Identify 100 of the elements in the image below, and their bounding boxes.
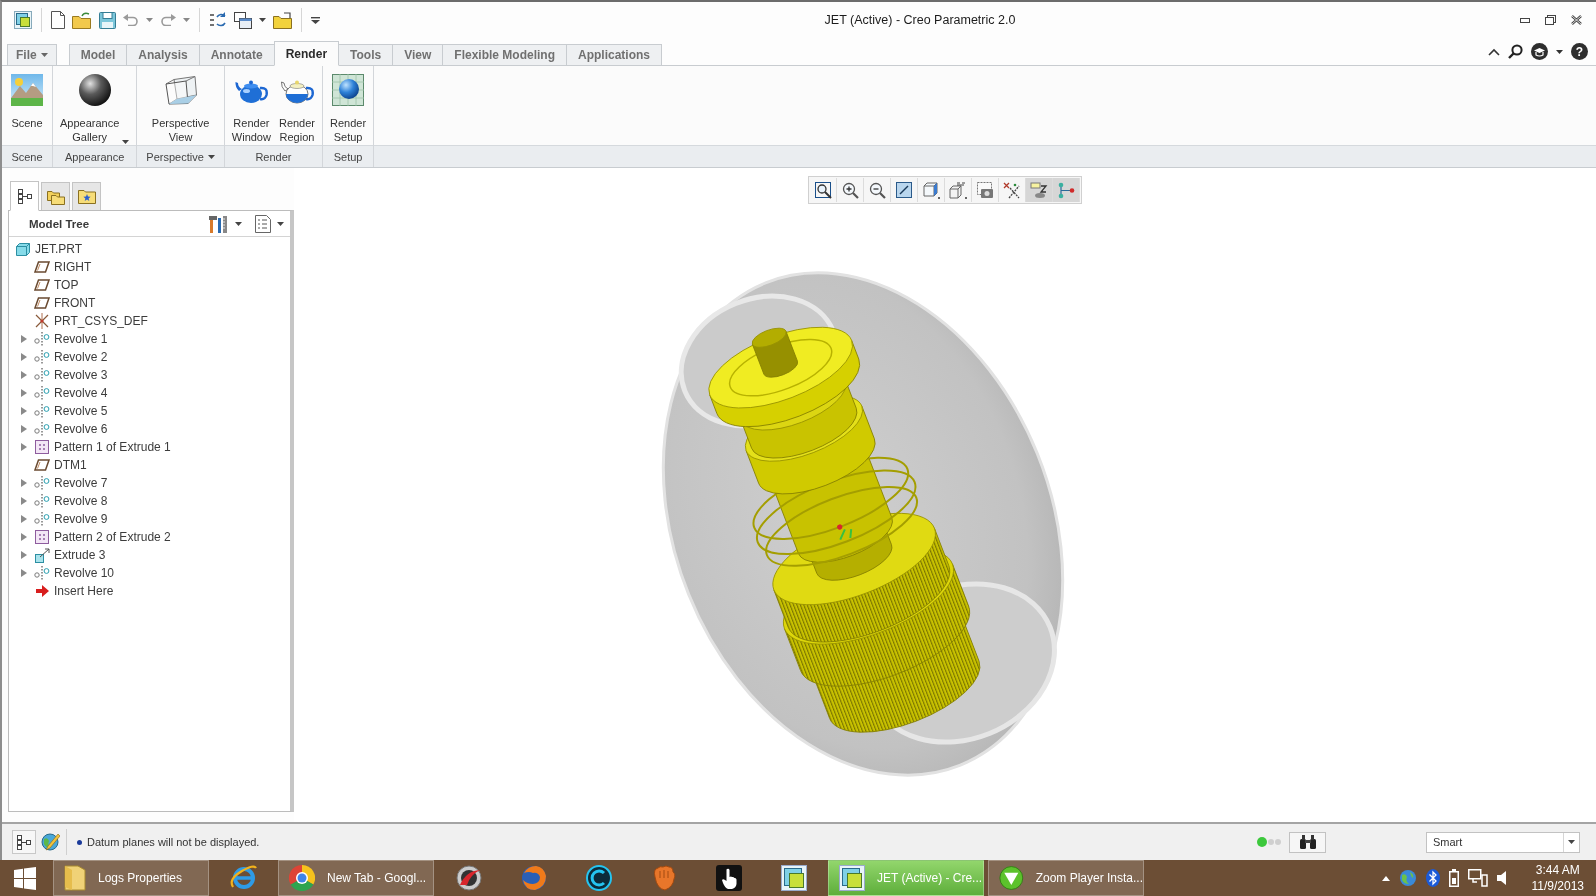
tree-item[interactable]: Revolve 6 [54, 422, 108, 436]
expander-icon[interactable] [21, 389, 27, 397]
folders-icon [46, 188, 65, 205]
expander-icon[interactable] [21, 515, 27, 523]
battery-icon[interactable] [1448, 869, 1459, 887]
taskbar-button[interactable]: Logs Properties [53, 860, 209, 896]
expander-icon[interactable] [21, 533, 27, 541]
ribbon-tab[interactable]: View [392, 44, 444, 65]
expander-icon[interactable] [21, 569, 27, 577]
restore-icon[interactable] [1545, 15, 1556, 25]
group-menu-button[interactable]: Perspective [142, 146, 219, 167]
tree-icon [17, 834, 31, 850]
ribbon-tab[interactable]: Render [273, 41, 340, 66]
ribbon-button[interactable]: Scene [7, 72, 47, 146]
tree-item[interactable]: Revolve 4 [54, 386, 108, 400]
globe-pencil-icon[interactable] [40, 832, 60, 852]
landscape-icon [11, 74, 43, 106]
search-icon[interactable] [1508, 44, 1523, 59]
rings-axis-icon [34, 332, 50, 346]
ribbon-button[interactable]: Perspective View [149, 72, 212, 146]
ribbon-tab[interactable]: Tools [338, 44, 394, 65]
ribbon-button[interactable]: Render Setup [328, 72, 369, 146]
monitor-icon[interactable] [1467, 869, 1488, 887]
chevron-up-icon[interactable] [1488, 47, 1500, 56]
globe-icon[interactable] [1398, 869, 1417, 887]
expander-icon[interactable] [21, 407, 27, 415]
ribbon-tab[interactable]: Annotate [198, 44, 275, 65]
tree-item[interactable]: Pattern 2 of Extrude 2 [54, 530, 171, 544]
speaker-icon[interactable] [1496, 871, 1507, 885]
taskbar-button[interactable]: New Tab - Googl... [278, 860, 434, 896]
expander-icon[interactable] [21, 551, 27, 559]
tree-item[interactable]: Revolve 10 [54, 566, 115, 580]
page-icon[interactable] [51, 11, 65, 29]
expander-icon[interactable] [21, 497, 27, 505]
expander-icon[interactable] [21, 371, 27, 379]
parallelogram-icon [34, 297, 50, 309]
tree-toggle-button[interactable] [12, 830, 36, 854]
tree-item[interactable]: PRT_CSYS_DEF [54, 314, 148, 328]
taskbar-button[interactable]: Zoom Player Insta... [988, 860, 1144, 896]
minimize-icon[interactable] [1520, 17, 1530, 23]
curved-arrow-left-icon[interactable] [123, 14, 139, 26]
expander-icon[interactable] [21, 479, 27, 487]
caret-up-icon[interactable] [1381, 875, 1390, 881]
ribbon-tab[interactable]: Model [68, 44, 128, 65]
navigator-tab[interactable] [10, 181, 39, 211]
tree-item[interactable]: Revolve 5 [54, 404, 108, 418]
list-cycle-icon[interactable] [209, 11, 227, 29]
tree-item[interactable]: Revolve 7 [54, 476, 108, 490]
curved-arrow-right-icon[interactable] [160, 14, 176, 26]
tree-item[interactable]: Revolve 8 [54, 494, 108, 508]
folder-icon[interactable] [273, 11, 292, 29]
caret-down-icon[interactable] [259, 18, 266, 22]
graduation-cap-icon[interactable] [1531, 43, 1548, 60]
dotted-square-icon [35, 530, 49, 544]
tree-item[interactable]: FRONT [54, 296, 96, 310]
file-menu-button[interactable]: File [7, 44, 57, 65]
cube-icon [922, 181, 940, 199]
caret-down-icon[interactable] [277, 221, 284, 226]
tree-item[interactable]: Revolve 2 [54, 350, 108, 364]
tree-item[interactable]: Revolve 1 [54, 332, 108, 346]
close-icon[interactable] [1571, 15, 1582, 25]
find-button[interactable] [1289, 831, 1326, 853]
tree-item[interactable]: DTM1 [54, 458, 87, 472]
view-tool-button[interactable] [1026, 178, 1053, 202]
folder-icon[interactable] [72, 11, 92, 29]
caret-down-icon[interactable] [235, 221, 242, 226]
ribbon-tab[interactable]: Applications [566, 44, 662, 65]
app-window-icon [780, 865, 807, 891]
ribbon-button[interactable]: Appearance Gallery [58, 72, 132, 146]
tree-item[interactable]: JET.PRT [35, 242, 83, 256]
ribbon-tab[interactable]: Analysis [126, 44, 200, 65]
ribbon-button[interactable]: Render Region [276, 72, 317, 146]
expander-icon[interactable] [21, 425, 27, 433]
tree-item[interactable]: RIGHT [54, 260, 92, 274]
tree-item[interactable]: Insert Here [54, 584, 114, 598]
tree-item[interactable]: Extrude 3 [54, 548, 106, 562]
status-message: Datum planes will not be displayed. [87, 836, 260, 848]
selection-filter-field[interactable]: Smart [1426, 831, 1580, 853]
tree-item[interactable]: TOP [54, 278, 79, 292]
tree-item[interactable]: Pattern 1 of Extrude 1 [54, 440, 171, 454]
rings-axis-icon [34, 386, 50, 400]
bluetooth-icon[interactable] [1425, 869, 1440, 887]
list-page-icon[interactable] [255, 214, 271, 233]
expander-icon[interactable] [21, 335, 27, 343]
view-tool-button[interactable] [1053, 178, 1080, 202]
rings-axis-icon [34, 494, 50, 508]
expander-icon[interactable] [21, 443, 27, 451]
tree-item[interactable]: Revolve 3 [54, 368, 108, 382]
ribbon-tab[interactable]: Flexible Modeling [442, 44, 567, 65]
expander-icon[interactable] [21, 353, 27, 361]
caret-down-icon[interactable] [1556, 49, 1563, 54]
hammer-ruler-icon[interactable] [209, 214, 229, 233]
start-logo-icon[interactable] [14, 866, 36, 890]
group-label: Render [254, 149, 293, 165]
help-button[interactable]: ? [1571, 43, 1588, 60]
menu-caret-icon[interactable] [311, 16, 320, 24]
app-window-icon[interactable] [14, 11, 32, 29]
ribbon-button[interactable]: Render Window [229, 72, 273, 146]
windows-stack-icon[interactable] [234, 11, 252, 29]
tree-item[interactable]: Revolve 9 [54, 512, 108, 526]
